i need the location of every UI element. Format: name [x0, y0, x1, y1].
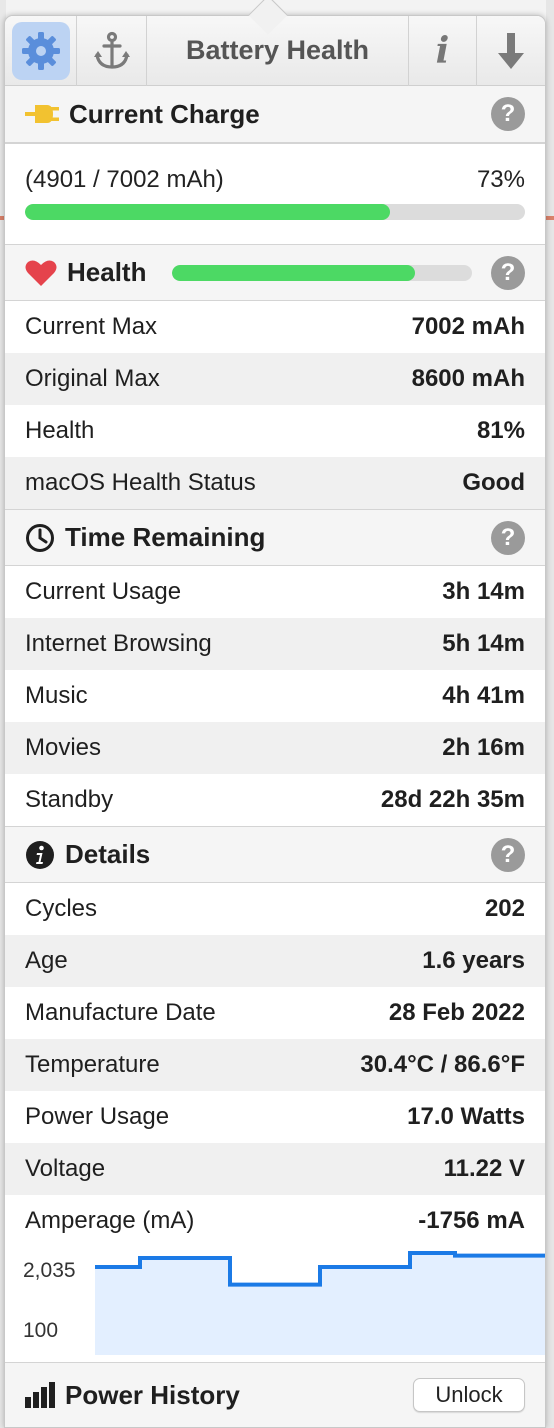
power-history-footer: Power History Unlock [5, 1362, 545, 1427]
time-row-current-usage: Current Usage 3h 14m [5, 566, 545, 618]
info-icon: i [435, 29, 450, 72]
current-charge-help-button[interactable]: ? [491, 97, 525, 131]
time-remaining-header: Time Remaining ? [5, 509, 545, 566]
anchor-icon [93, 31, 130, 69]
health-title: Health [67, 257, 147, 287]
row-label: Voltage [25, 1155, 106, 1182]
row-value: Good [462, 469, 525, 496]
gear-icon-box [11, 21, 70, 80]
charge-progress-bar [25, 204, 525, 220]
row-value: 81% [476, 417, 525, 444]
time-row-standby: Standby 28d 22h 35m [5, 774, 545, 826]
row-value: 7002 mAh [411, 313, 525, 340]
amperage-chart: 2,035 100 [5, 1247, 545, 1355]
amperage-chart-svg: 2,035 100 [23, 1251, 545, 1355]
details-row-temperature: Temperature 30.4°C / 86.6°F [5, 1039, 545, 1091]
download-arrow-icon [498, 32, 524, 69]
row-value: 3h 14m [442, 578, 525, 605]
health-row-health: Health 81% [5, 405, 545, 457]
download-button[interactable] [477, 16, 545, 86]
charge-progress-fill [25, 204, 390, 220]
time-remaining-help-button[interactable]: ? [491, 520, 525, 555]
row-label: Manufacture Date [25, 999, 216, 1026]
info-button[interactable]: i [409, 16, 477, 86]
row-value: 11.22 V [443, 1155, 525, 1182]
row-label: Temperature [25, 1051, 160, 1078]
details-row-amperage: Amperage (mA) -1756 mA [5, 1195, 545, 1247]
info-circle-icon [26, 840, 54, 869]
y-tick-label-bottom: 100 [23, 1319, 58, 1342]
row-value: 17.0 Watts [407, 1103, 525, 1130]
time-remaining-rows: Current Usage 3h 14m Internet Browsing 5h … [5, 566, 545, 826]
time-row-music: Music 4h 41m [5, 670, 545, 722]
row-value: 28 Feb 2022 [388, 999, 525, 1026]
power-plug-icon [25, 105, 59, 123]
health-progress-bar [172, 264, 473, 281]
details-row-voltage: Voltage 11.22 V [5, 1143, 545, 1195]
current-charge-header: Current Charge ? [5, 86, 545, 143]
health-header: Health ? [5, 244, 545, 301]
row-label: Cycles [25, 895, 98, 922]
health-row-original-max: Original Max 8600 mAh [5, 353, 545, 405]
row-label: Music [25, 682, 88, 709]
row-value: 2h 16m [442, 734, 525, 761]
row-label: Original Max [25, 365, 160, 392]
bar-chart-icon [25, 1382, 55, 1408]
row-label: Amperage (mA) [25, 1207, 195, 1234]
row-label: Age [25, 947, 68, 974]
details-header: Details ? [5, 826, 545, 883]
row-value: 1.6 years [422, 947, 525, 974]
y-tick-label-top: 2,035 [23, 1259, 76, 1282]
clock-icon [26, 523, 54, 552]
health-row-current-max: Current Max 7002 mAh [5, 301, 545, 353]
details-row-cycles: Cycles 202 [5, 883, 545, 935]
health-row-macos-status: macOS Health Status Good [5, 457, 545, 509]
row-label: Current Usage [25, 578, 182, 605]
gear-icon [21, 31, 60, 70]
anchor-button[interactable] [77, 16, 147, 86]
details-title: Details [65, 839, 151, 869]
details-row-age: Age 1.6 years [5, 935, 545, 987]
row-label: Health [25, 417, 95, 444]
time-remaining-title: Time Remaining [65, 522, 266, 552]
row-value: 8600 mAh [411, 365, 525, 392]
row-value: 28d 22h 35m [380, 786, 525, 813]
time-row-movies: Movies 2h 16m [5, 722, 545, 774]
details-row-power-usage: Power Usage 17.0 Watts [5, 1091, 545, 1143]
row-value: 30.4°C / 86.6°F [360, 1051, 525, 1078]
health-progress-fill [172, 264, 416, 281]
details-rows: Cycles 202 Age 1.6 years Manufacture Date 2… [5, 883, 545, 1247]
unlock-button[interactable]: Unlock [413, 1378, 525, 1412]
row-value: -1756 mA [418, 1207, 525, 1234]
row-value: 5h 14m [442, 630, 525, 657]
charge-mah-text: (4901 / 7002 mAh) [25, 166, 224, 193]
settings-button[interactable] [5, 16, 77, 86]
row-value: 4h 41m [442, 682, 525, 709]
row-value: 202 [484, 895, 525, 922]
window-title: Battery Health [147, 16, 409, 86]
row-label: Internet Browsing [25, 630, 212, 657]
row-label: Current Max [25, 313, 158, 340]
charge-percent-text: 73% [476, 166, 525, 193]
health-help-button[interactable]: ? [491, 255, 525, 290]
details-help-button[interactable]: ? [491, 837, 525, 872]
row-label: Standby [25, 786, 114, 813]
time-row-internet-browsing: Internet Browsing 5h 14m [5, 618, 545, 670]
battery-popover: Battery Health i Current Charge ? (4901 … [4, 15, 546, 1428]
health-rows: Current Max 7002 mAh Original Max 8600 mAh… [5, 301, 545, 509]
details-row-manufacture-date: Manufacture Date 28 Feb 2022 [5, 987, 545, 1039]
background-edge-right [546, 0, 554, 1428]
current-charge-title: Current Charge [69, 98, 260, 129]
current-charge-panel: (4901 / 7002 mAh) 73% [5, 143, 545, 244]
row-label: macOS Health Status [25, 469, 256, 496]
row-label: Power Usage [25, 1103, 170, 1130]
heart-icon [25, 260, 57, 286]
power-history-title: Power History [65, 1379, 240, 1410]
row-label: Movies [25, 734, 102, 761]
